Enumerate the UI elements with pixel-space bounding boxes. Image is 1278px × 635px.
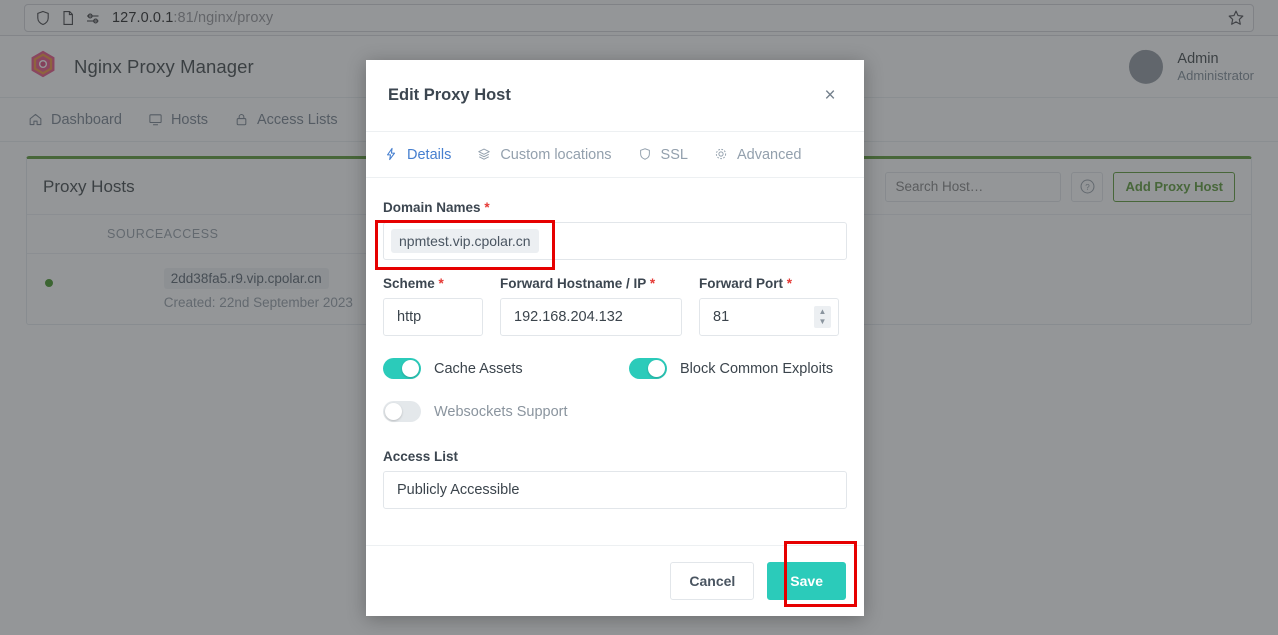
save-button[interactable]: Save <box>767 562 846 600</box>
forward-port-label: Forward Port * <box>699 276 839 291</box>
tab-label-custom-locations: Custom locations <box>500 146 612 163</box>
toggle-switch[interactable] <box>383 358 421 379</box>
quantity-stepper[interactable]: ▲ ▼ <box>814 306 831 328</box>
toggle-switch[interactable] <box>629 358 667 379</box>
chevron-down-icon[interactable]: ▼ <box>819 318 827 326</box>
tab-details[interactable]: Details <box>384 147 451 163</box>
block-common-exploits-label: Block Common Exploits <box>680 360 834 377</box>
bolt-icon <box>384 147 400 163</box>
forward-host-label: Forward Hostname / IP * <box>500 276 682 291</box>
toggle-knob <box>402 360 419 377</box>
cache-assets-toggle[interactable]: Cache Assets <box>383 358 629 379</box>
access-list-select[interactable] <box>383 471 847 509</box>
tab-ssl[interactable]: SSL <box>638 147 688 163</box>
shield-icon <box>638 147 654 163</box>
forward-port-field: ▲ ▼ <box>699 298 839 336</box>
required-marker: * <box>649 276 656 291</box>
modal-body: Domain Names * npmtest.vip.cpolar.cn Sch… <box>366 178 864 545</box>
scheme-group: Scheme * <box>383 276 483 336</box>
close-icon[interactable]: × <box>818 84 842 108</box>
domain-name-tag[interactable]: npmtest.vip.cpolar.cn <box>391 229 539 253</box>
toggle-knob <box>648 360 665 377</box>
tab-label-advanced: Advanced <box>736 146 802 163</box>
required-marker: * <box>786 276 793 291</box>
access-list-group: Access List <box>383 449 847 509</box>
websockets-support-label: Websockets Support <box>434 403 568 420</box>
layers-icon <box>477 147 493 163</box>
domain-names-input[interactable]: npmtest.vip.cpolar.cn <box>383 222 847 260</box>
chevron-up-icon[interactable]: ▲ <box>819 308 827 316</box>
scheme-label-text: Scheme <box>383 276 435 291</box>
tab-advanced[interactable]: Advanced <box>714 146 802 163</box>
domain-names-group: Domain Names * npmtest.vip.cpolar.cn <box>383 200 847 260</box>
forward-host-input[interactable] <box>500 298 682 336</box>
toggles-row-2: Websockets Support <box>383 401 847 422</box>
modal-title: Edit Proxy Host <box>388 86 511 104</box>
modal-footer: Cancel Save <box>366 545 864 616</box>
forward-fields-row: Scheme * Forward Hostname / IP * Forward… <box>383 276 847 336</box>
forward-port-group: Forward Port * ▲ ▼ <box>699 276 839 336</box>
toggles-row-1: Cache Assets Block Common Exploits <box>383 358 847 379</box>
scheme-label: Scheme * <box>383 276 483 291</box>
required-marker: * <box>484 200 490 215</box>
block-common-exploits-toggle[interactable]: Block Common Exploits <box>629 358 833 379</box>
forward-host-label-text: Forward Hostname / IP <box>500 276 647 291</box>
tab-custom-locations[interactable]: Custom locations <box>477 146 612 163</box>
forward-host-group: Forward Hostname / IP * <box>500 276 682 336</box>
required-marker: * <box>438 276 444 291</box>
scheme-select[interactable] <box>383 298 483 336</box>
gear-icon <box>714 147 730 163</box>
modal-tabs: Details Custom locations SSL Advanced <box>366 132 864 178</box>
cache-assets-label: Cache Assets <box>434 360 523 377</box>
screenshot-viewport: 127.0.0.1:81/nginx/proxy Nginx Proxy <box>0 0 1278 635</box>
tab-label-ssl: SSL <box>660 146 688 163</box>
cancel-button[interactable]: Cancel <box>670 562 755 600</box>
toggle-switch[interactable] <box>383 401 421 422</box>
domain-names-label: Domain Names * <box>383 200 847 215</box>
domain-names-label-text: Domain Names <box>383 200 481 215</box>
edit-proxy-host-modal: Edit Proxy Host × Details Custom locatio… <box>366 60 864 616</box>
forward-port-label-text: Forward Port <box>699 276 784 291</box>
toggle-knob <box>385 403 402 420</box>
access-list-label: Access List <box>383 449 459 464</box>
modal-header: Edit Proxy Host × <box>366 60 864 132</box>
websockets-support-toggle[interactable]: Websockets Support <box>383 401 568 422</box>
tab-label-details: Details <box>407 146 452 163</box>
